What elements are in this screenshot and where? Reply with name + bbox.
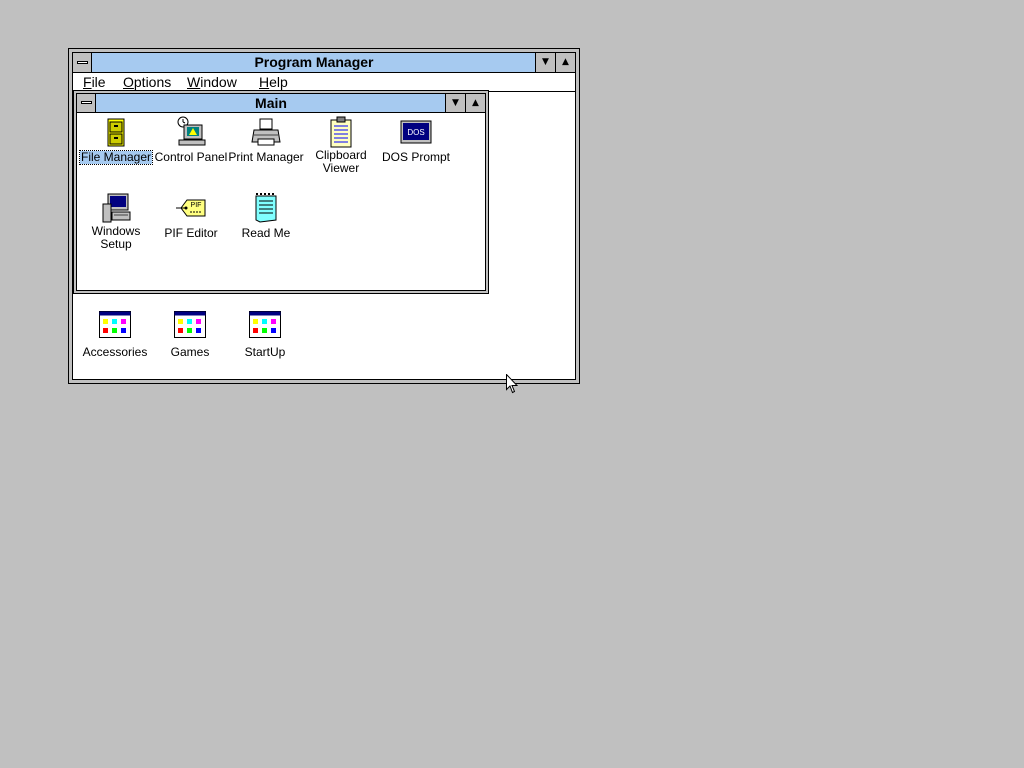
program-label: PIF Editor	[164, 226, 218, 240]
program-file-manager[interactable]: File Manager	[77, 116, 155, 166]
program-group-icon	[99, 311, 131, 343]
triangle-down-icon: ▼	[542, 57, 549, 67]
maximize-button[interactable]: ▲	[465, 94, 485, 112]
program-read-me[interactable]: Read Me	[227, 192, 305, 242]
program-windows-setup[interactable]: Windows Setup	[77, 192, 155, 253]
menu-help[interactable]: Help	[255, 74, 292, 91]
group-games[interactable]: Games	[151, 311, 229, 361]
program-clipboard-viewer[interactable]: Clipboard Viewer	[302, 116, 380, 177]
main-group-window[interactable]: Main ▼ ▲ File Manager Control Panel Prin…	[73, 90, 489, 294]
group-accessories[interactable]: Accessories	[76, 311, 154, 361]
clipboard-icon	[325, 116, 357, 148]
program-label: Control Panel	[154, 150, 228, 164]
pif-tag-icon: PIF	[175, 192, 207, 224]
menu-window[interactable]: Window	[183, 74, 241, 91]
group-label: StartUp	[244, 345, 286, 359]
triangle-up-icon: ▲	[562, 57, 569, 67]
mouse-pointer-icon	[506, 373, 519, 399]
group-label: Games	[170, 345, 210, 359]
group-label: Accessories	[82, 345, 148, 359]
program-control-panel[interactable]: Control Panel	[152, 116, 230, 166]
program-label: DOS Prompt	[381, 150, 450, 164]
program-pif-editor[interactable]: PIF PIF Editor	[152, 192, 230, 242]
program-label: Clipboard Viewer	[315, 148, 367, 175]
triangle-down-icon: ▼	[452, 97, 459, 108]
menu-file[interactable]: File	[79, 74, 110, 91]
program-group-icon	[174, 311, 206, 343]
program-print-manager[interactable]: Print Manager	[227, 116, 305, 166]
program-manager-titlebar[interactable]: Program Manager ▼ ▲	[73, 53, 575, 73]
window-title: Program Manager	[254, 54, 374, 70]
pif-badge: PIF	[191, 202, 202, 209]
main-group-client: Main ▼ ▲ File Manager Control Panel Prin…	[76, 93, 486, 291]
program-label: File Manager	[78, 150, 154, 165]
system-menu-icon[interactable]	[73, 53, 92, 72]
maximize-button[interactable]: ▲	[555, 53, 575, 72]
dos-badge: DOS	[407, 128, 424, 137]
system-menu-icon[interactable]	[77, 94, 96, 112]
minimize-button[interactable]: ▼	[445, 94, 465, 112]
program-group-icon	[249, 311, 281, 343]
group-startup[interactable]: StartUp	[226, 311, 304, 361]
printer-icon	[250, 116, 282, 148]
file-cabinet-icon	[100, 116, 132, 148]
triangle-up-icon: ▲	[472, 97, 479, 108]
program-dos-prompt[interactable]: DOS DOS Prompt	[377, 116, 455, 166]
main-group-titlebar[interactable]: Main ▼ ▲	[77, 94, 485, 113]
group-title: Main	[255, 95, 287, 111]
dos-prompt-icon: DOS	[400, 116, 432, 148]
menu-options[interactable]: Options	[119, 74, 175, 91]
control-panel-icon	[175, 116, 207, 148]
windows-setup-icon	[100, 192, 132, 224]
program-label: Windows Setup	[91, 224, 141, 251]
notepad-icon	[250, 192, 282, 224]
program-label: Read Me	[241, 226, 291, 240]
program-label: Print Manager	[228, 150, 304, 164]
minimize-button[interactable]: ▼	[535, 53, 555, 72]
